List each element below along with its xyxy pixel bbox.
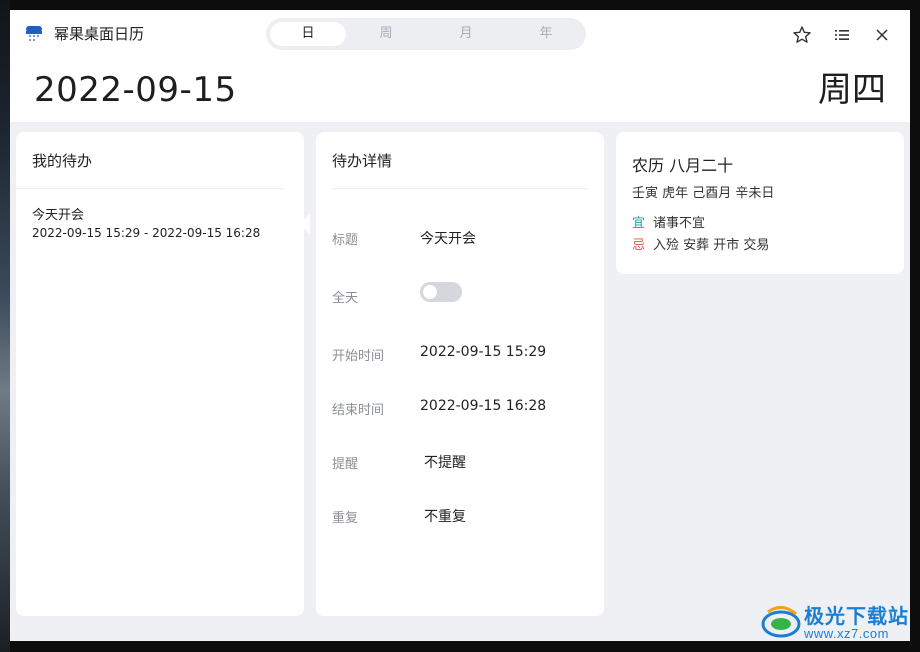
desktop-background bbox=[0, 0, 10, 652]
tab-month[interactable]: 月 bbox=[428, 22, 504, 46]
allday-label: 全天 bbox=[332, 291, 359, 306]
title-value[interactable]: 今天开会 bbox=[420, 228, 476, 248]
suitable-text: 诸事不宜 bbox=[653, 216, 706, 231]
avoid-row: 忌入殓 安葬 开市 交易 bbox=[632, 234, 769, 253]
current-date: 2022-09-15 bbox=[34, 70, 237, 110]
avoid-text: 入殓 安葬 开市 交易 bbox=[653, 238, 770, 253]
title-label: 标题 bbox=[332, 233, 359, 248]
todo-list-heading: 我的待办 bbox=[32, 152, 93, 170]
title-bar: 幂果桌面日历 日 周 月 年 2022-09-15 周四 bbox=[10, 10, 910, 122]
end-time-label: 结束时间 bbox=[332, 403, 385, 418]
watermark-logo-icon bbox=[760, 602, 802, 646]
selection-pointer bbox=[300, 214, 310, 234]
reminder-value[interactable]: 不提醒 bbox=[424, 452, 466, 472]
start-time-value[interactable]: 2022-09-15 15:29 bbox=[420, 344, 546, 360]
tab-day[interactable]: 日 bbox=[270, 22, 346, 46]
detail-heading: 待办详情 bbox=[332, 152, 393, 170]
ganzhi-date: 壬寅 虎年 己酉月 辛未日 bbox=[632, 186, 775, 201]
lunar-info-panel: 农历 八月二十 壬寅 虎年 己酉月 辛未日 宜诸事不宜 忌入殓 安葬 开市 交易 bbox=[616, 132, 904, 274]
view-switcher: 日 周 月 年 bbox=[266, 18, 586, 50]
allday-toggle[interactable] bbox=[420, 282, 462, 302]
suitable-label: 宜 bbox=[632, 216, 646, 231]
app-title: 幂果桌面日历 bbox=[54, 25, 145, 43]
todo-detail-panel: 待办详情 标题 今天开会 全天 开始时间 2022-09-15 15:29 结束… bbox=[316, 132, 604, 616]
suitable-row: 宜诸事不宜 bbox=[632, 212, 705, 231]
calendar-app-icon bbox=[24, 24, 44, 44]
divider bbox=[332, 188, 588, 189]
repeat-label: 重复 bbox=[332, 511, 359, 526]
reminder-label: 提醒 bbox=[332, 457, 359, 472]
watermark: 极光下载站 www.xz7.com bbox=[760, 598, 920, 650]
watermark-url: www.xz7.com bbox=[804, 626, 889, 641]
avoid-label: 忌 bbox=[632, 238, 646, 253]
watermark-brand: 极光下载站 bbox=[804, 606, 909, 628]
todo-item-time: 2022-09-15 15:29 - 2022-09-15 16:28 bbox=[32, 226, 261, 240]
repeat-value[interactable]: 不重复 bbox=[424, 506, 466, 526]
tab-year[interactable]: 年 bbox=[508, 22, 584, 46]
calendar-window: 幂果桌面日历 日 周 月 年 2022-09-15 周四 我的待办 今天开会 2… bbox=[10, 10, 910, 641]
current-weekday: 周四 bbox=[818, 70, 886, 110]
close-icon[interactable] bbox=[871, 24, 893, 46]
end-time-value[interactable]: 2022-09-15 16:28 bbox=[420, 398, 546, 414]
divider bbox=[16, 188, 284, 189]
star-outline-icon[interactable] bbox=[791, 24, 813, 46]
todo-list-panel: 我的待办 今天开会 2022-09-15 15:29 - 2022-09-15 … bbox=[16, 132, 304, 616]
todo-item-title: 今天开会 bbox=[32, 208, 85, 223]
toggle-knob bbox=[423, 285, 437, 299]
start-time-label: 开始时间 bbox=[332, 349, 385, 364]
list-menu-icon[interactable] bbox=[831, 24, 853, 46]
tab-week[interactable]: 周 bbox=[348, 22, 424, 46]
lunar-date: 农历 八月二十 bbox=[632, 156, 734, 175]
